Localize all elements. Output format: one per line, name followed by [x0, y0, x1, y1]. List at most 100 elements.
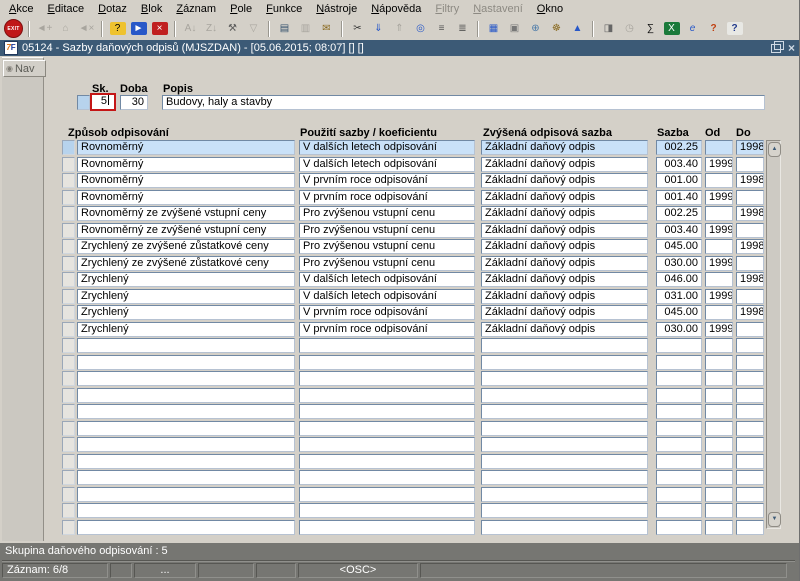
table-cell[interactable]: 1999: [705, 322, 733, 337]
table-cell[interactable]: 003.40: [656, 157, 702, 172]
table-cell[interactable]: 002.25: [656, 206, 702, 221]
table-cell[interactable]: Základní daňový odpis: [481, 190, 648, 205]
doba-field[interactable]: 30: [120, 95, 148, 110]
table-cell[interactable]: Základní daňový odpis: [481, 289, 648, 304]
table-cell[interactable]: 1998: [736, 239, 764, 254]
table-cell[interactable]: [481, 355, 648, 370]
table-cell[interactable]: [77, 355, 295, 370]
table-cell[interactable]: [656, 404, 702, 419]
row-indicator[interactable]: [62, 256, 75, 271]
sk-field[interactable]: 5: [90, 93, 116, 111]
table-cell[interactable]: 1998: [736, 140, 764, 155]
table-cell[interactable]: Zrychlený ze zvýšené zůstatkové ceny: [77, 239, 295, 254]
table-cell[interactable]: [481, 437, 648, 452]
table-cell[interactable]: [736, 454, 764, 469]
table-cell[interactable]: [705, 140, 733, 155]
table-cell[interactable]: [481, 338, 648, 353]
row-indicator[interactable]: [62, 355, 75, 370]
nav-tab[interactable]: ◉ Nav: [3, 60, 46, 77]
table-cell[interactable]: [299, 503, 475, 518]
table-cell[interactable]: 001.00: [656, 173, 702, 188]
table-cell[interactable]: [77, 338, 295, 353]
table-cell[interactable]: [77, 421, 295, 436]
table-cell[interactable]: 031.00: [656, 289, 702, 304]
table-cell[interactable]: Rovnoměrný ze zvýšené vstupní ceny: [77, 223, 295, 238]
table-cell[interactable]: [77, 454, 295, 469]
table-cell[interactable]: [705, 454, 733, 469]
table-cell[interactable]: [736, 371, 764, 386]
table-cell[interactable]: [736, 421, 764, 436]
table-cell[interactable]: [481, 487, 648, 502]
print-setup-icon[interactable]: ▥: [295, 19, 316, 38]
table-cell[interactable]: Základní daňový odpis: [481, 223, 648, 238]
table-cell[interactable]: [299, 338, 475, 353]
copy-icon[interactable]: ⇑: [389, 19, 410, 38]
table-cell[interactable]: 030.00: [656, 322, 702, 337]
row-indicator[interactable]: [62, 487, 75, 502]
table-cell[interactable]: Základní daňový odpis: [481, 322, 648, 337]
menu-item-nastaveni[interactable]: Nastavení: [466, 2, 530, 16]
help-context-icon[interactable]: ?: [703, 19, 724, 38]
sum-sigma-icon[interactable]: ∑: [640, 19, 661, 38]
table-cell[interactable]: [736, 437, 764, 452]
table-cell[interactable]: Základní daňový odpis: [481, 272, 648, 287]
forklift-icon[interactable]: ◨: [598, 19, 619, 38]
table-cell[interactable]: [736, 157, 764, 172]
row-indicator[interactable]: [62, 388, 75, 403]
table-cell[interactable]: [736, 223, 764, 238]
table-cell[interactable]: [481, 404, 648, 419]
table-cell[interactable]: Pro zvýšenou vstupní cenu: [299, 256, 475, 271]
megaphone-add-icon[interactable]: ◄+: [34, 19, 55, 38]
enter-query-icon[interactable]: ?: [107, 19, 128, 38]
table-cell[interactable]: [299, 487, 475, 502]
table-cell[interactable]: [736, 388, 764, 403]
table-cell[interactable]: [736, 190, 764, 205]
table-cell[interactable]: Rovnoměrný: [77, 190, 295, 205]
list-values-icon[interactable]: ≡: [431, 19, 452, 38]
table-cell[interactable]: [705, 272, 733, 287]
table-cell[interactable]: Základní daňový odpis: [481, 239, 648, 254]
print-icon[interactable]: ▤: [274, 19, 295, 38]
table-cell[interactable]: [705, 355, 733, 370]
row-indicator[interactable]: [62, 404, 75, 419]
globe-icon[interactable]: ⊕: [525, 19, 546, 38]
table-cell[interactable]: 1999: [705, 289, 733, 304]
table-cell[interactable]: 1998: [736, 305, 764, 320]
table-cell[interactable]: Pro zvýšenou vstupní cenu: [299, 223, 475, 238]
table-cell[interactable]: Rovnoměrný: [77, 140, 295, 155]
table-cell[interactable]: V dalších letech odpisování: [299, 140, 475, 155]
table-cell[interactable]: [705, 173, 733, 188]
table-cell[interactable]: 1998: [736, 206, 764, 221]
sort-ascending-icon[interactable]: A↓: [180, 19, 201, 38]
table-cell[interactable]: [705, 421, 733, 436]
master-record-indicator[interactable]: [77, 95, 90, 110]
table-cell[interactable]: [736, 355, 764, 370]
table-cell[interactable]: [736, 487, 764, 502]
row-indicator[interactable]: [62, 503, 75, 518]
table-cell[interactable]: 003.40: [656, 223, 702, 238]
table-cell[interactable]: [656, 487, 702, 502]
table-cell[interactable]: [736, 470, 764, 485]
table-cell[interactable]: Základní daňový odpis: [481, 140, 648, 155]
table-cell[interactable]: [299, 520, 475, 535]
menu-item-okno[interactable]: Okno: [530, 2, 570, 16]
table-cell[interactable]: [481, 371, 648, 386]
table-cell[interactable]: [736, 289, 764, 304]
table-cell[interactable]: 1999: [705, 190, 733, 205]
table-cell[interactable]: [299, 454, 475, 469]
table-cell[interactable]: 045.00: [656, 305, 702, 320]
table-cell[interactable]: V prvním roce odpisování: [299, 190, 475, 205]
table-cell[interactable]: [736, 338, 764, 353]
table-cell[interactable]: [705, 371, 733, 386]
table-cell[interactable]: [299, 421, 475, 436]
row-indicator[interactable]: [62, 470, 75, 485]
row-indicator[interactable]: [62, 437, 75, 452]
row-indicator[interactable]: [62, 338, 75, 353]
table-cell[interactable]: [481, 503, 648, 518]
row-indicator[interactable]: [62, 190, 75, 205]
restore-window-button[interactable]: [771, 44, 781, 53]
tree-view-icon[interactable]: ≣: [452, 19, 473, 38]
table-cell[interactable]: [299, 388, 475, 403]
calendar-icon[interactable]: ▦: [483, 19, 504, 38]
table-cell[interactable]: [656, 470, 702, 485]
